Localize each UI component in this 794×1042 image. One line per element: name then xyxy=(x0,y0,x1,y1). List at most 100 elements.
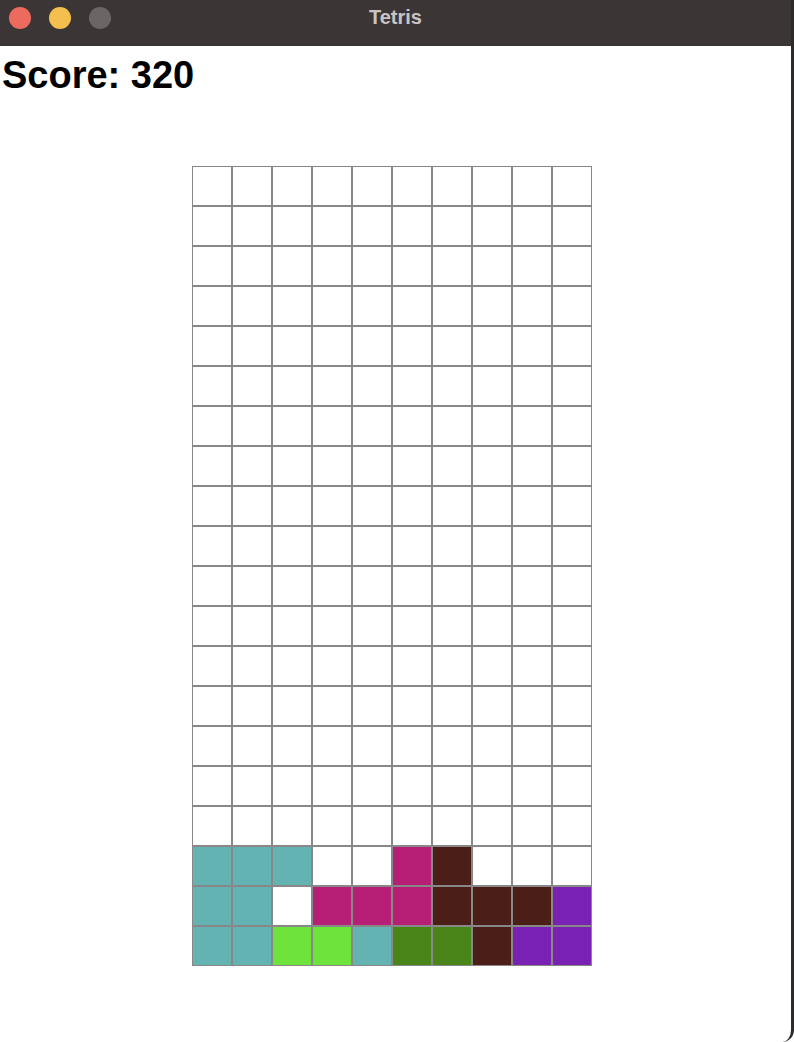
empty-cell xyxy=(312,526,352,566)
filled-cell xyxy=(312,926,352,966)
empty-cell xyxy=(312,286,352,326)
empty-cell xyxy=(552,846,592,886)
empty-cell xyxy=(472,406,512,446)
empty-cell xyxy=(192,806,232,846)
empty-cell xyxy=(472,446,512,486)
empty-cell xyxy=(232,806,272,846)
board-row xyxy=(192,286,592,326)
empty-cell xyxy=(272,646,312,686)
empty-cell xyxy=(192,526,232,566)
empty-cell xyxy=(392,326,432,366)
filled-cell xyxy=(392,926,432,966)
empty-cell xyxy=(352,286,392,326)
empty-cell xyxy=(512,726,552,766)
empty-cell xyxy=(432,286,472,326)
filled-cell xyxy=(232,926,272,966)
board-row xyxy=(192,326,592,366)
empty-cell xyxy=(272,766,312,806)
filled-cell xyxy=(512,926,552,966)
empty-cell xyxy=(552,686,592,726)
empty-cell xyxy=(392,446,432,486)
empty-cell xyxy=(432,206,472,246)
empty-cell xyxy=(432,446,472,486)
board-row xyxy=(192,846,592,886)
board-row xyxy=(192,726,592,766)
empty-cell xyxy=(472,366,512,406)
empty-cell xyxy=(512,246,552,286)
empty-cell xyxy=(352,326,392,366)
empty-cell xyxy=(352,166,392,206)
empty-cell xyxy=(312,606,352,646)
empty-cell xyxy=(472,486,512,526)
minimize-button[interactable] xyxy=(49,7,71,29)
empty-cell xyxy=(512,166,552,206)
empty-cell xyxy=(392,686,432,726)
score-label: Score: 320 xyxy=(0,52,791,98)
filled-cell xyxy=(432,886,472,926)
empty-cell xyxy=(272,166,312,206)
empty-cell xyxy=(312,566,352,606)
empty-cell xyxy=(432,606,472,646)
empty-cell xyxy=(312,806,352,846)
empty-cell xyxy=(232,566,272,606)
empty-cell xyxy=(312,446,352,486)
board-row xyxy=(192,206,592,246)
empty-cell xyxy=(472,566,512,606)
board-row xyxy=(192,566,592,606)
board-row xyxy=(192,246,592,286)
filled-cell xyxy=(352,886,392,926)
empty-cell xyxy=(352,406,392,446)
empty-cell xyxy=(552,406,592,446)
empty-cell xyxy=(312,726,352,766)
empty-cell xyxy=(512,406,552,446)
empty-cell xyxy=(312,406,352,446)
empty-cell xyxy=(432,526,472,566)
filled-cell xyxy=(392,846,432,886)
empty-cell xyxy=(312,766,352,806)
empty-cell xyxy=(232,246,272,286)
empty-cell xyxy=(232,366,272,406)
board-row xyxy=(192,406,592,446)
empty-cell xyxy=(552,766,592,806)
empty-cell xyxy=(192,766,232,806)
empty-cell xyxy=(552,806,592,846)
empty-cell xyxy=(392,566,432,606)
empty-cell xyxy=(272,246,312,286)
filled-cell xyxy=(432,846,472,886)
empty-cell xyxy=(392,806,432,846)
board-row xyxy=(192,366,592,406)
empty-cell xyxy=(472,526,512,566)
empty-cell xyxy=(512,526,552,566)
filled-cell xyxy=(432,926,472,966)
empty-cell xyxy=(552,326,592,366)
empty-cell xyxy=(352,446,392,486)
filled-cell xyxy=(552,886,592,926)
empty-cell xyxy=(272,886,312,926)
empty-cell xyxy=(352,646,392,686)
empty-cell xyxy=(232,526,272,566)
window-title: Tetris xyxy=(369,2,422,32)
empty-cell xyxy=(392,606,432,646)
empty-cell xyxy=(232,646,272,686)
empty-cell xyxy=(312,846,352,886)
filled-cell xyxy=(392,886,432,926)
filled-cell xyxy=(232,846,272,886)
empty-cell xyxy=(512,686,552,726)
empty-cell xyxy=(552,486,592,526)
empty-cell xyxy=(232,766,272,806)
empty-cell xyxy=(312,166,352,206)
empty-cell xyxy=(472,686,512,726)
empty-cell xyxy=(272,526,312,566)
empty-cell xyxy=(392,726,432,766)
empty-cell xyxy=(552,606,592,646)
empty-cell xyxy=(312,326,352,366)
empty-cell xyxy=(432,726,472,766)
empty-cell xyxy=(192,446,232,486)
close-button[interactable] xyxy=(9,7,31,29)
empty-cell xyxy=(392,206,432,246)
board-row xyxy=(192,646,592,686)
empty-cell xyxy=(432,246,472,286)
empty-cell xyxy=(512,446,552,486)
tetris-window: Tetris Score: 320 xyxy=(0,0,794,1042)
empty-cell xyxy=(552,166,592,206)
